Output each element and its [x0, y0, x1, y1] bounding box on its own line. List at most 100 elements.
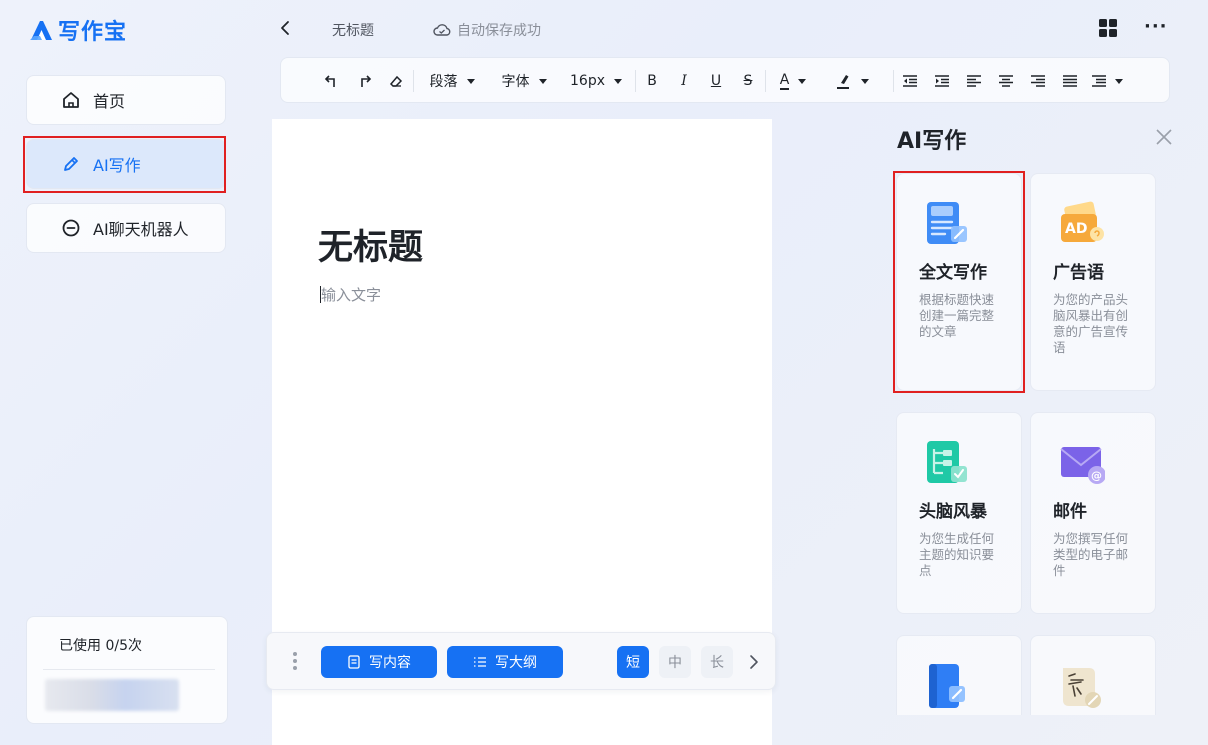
align-right-icon[interactable] — [1027, 58, 1049, 104]
length-long-button[interactable]: 长 — [701, 646, 733, 678]
clear-format-icon[interactable] — [385, 58, 407, 104]
editor-title[interactable]: 无标题 — [318, 219, 423, 270]
chevron-down-icon — [860, 78, 869, 84]
card-description: 为您的产品头脑风暴出有创意的广告宣传语 — [1053, 292, 1129, 355]
divider — [43, 669, 215, 670]
italic-button[interactable]: I — [673, 58, 695, 104]
sidebar-item-label: 首页 — [93, 92, 126, 111]
length-short-button[interactable]: 短 — [617, 646, 649, 678]
more-options-icon[interactable]: ··· — [1144, 16, 1168, 37]
book-icon — [929, 664, 965, 708]
cloud-icon — [433, 24, 451, 36]
font-color-label: A — [779, 72, 790, 90]
panel-title: AI写作 — [897, 129, 967, 154]
line-spacing-dropdown[interactable] — [1087, 58, 1127, 104]
poem-icon — [1063, 668, 1101, 708]
toolbar-divider — [765, 70, 766, 92]
card-full-article[interactable]: 全文写作 根据标题快速创建一篇完整的文章 — [896, 173, 1022, 391]
card-description: 为您生成任何主题的知识要点 — [919, 531, 995, 578]
highlight-color-dropdown[interactable] — [829, 58, 873, 104]
chevron-down-icon — [1114, 78, 1123, 84]
sidebar-item-home[interactable]: 首页 — [26, 75, 226, 125]
blurred-account-info — [45, 679, 179, 711]
chevron-down-icon — [798, 78, 807, 84]
card-title: 广告语 — [1053, 263, 1104, 283]
drag-handle-icon[interactable] — [293, 652, 297, 672]
svg-text:@: @ — [1091, 469, 1102, 482]
list-icon — [1091, 75, 1106, 87]
outline-icon — [474, 657, 486, 667]
close-icon[interactable] — [1154, 127, 1174, 147]
pencil-icon — [61, 154, 81, 174]
chevron-right-icon[interactable] — [747, 651, 761, 673]
write-content-label: 写内容 — [369, 655, 411, 671]
card-title: 头脑风暴 — [919, 502, 987, 522]
paragraph-label: 段落 — [429, 74, 458, 90]
sidebar-item-chatbot[interactable]: AI聊天机器人 — [26, 203, 226, 253]
strikethrough-button[interactable]: S — [737, 58, 759, 104]
card-book[interactable] — [896, 635, 1022, 715]
ad-icon: AD — [1061, 201, 1104, 242]
write-outline-label: 写大纲 — [495, 655, 537, 671]
apps-grid-icon[interactable] — [1098, 18, 1118, 38]
font-size-label: 16px — [570, 73, 605, 89]
toolbar-divider — [413, 70, 414, 92]
font-size-dropdown[interactable]: 16px — [569, 58, 623, 104]
indent-increase-icon[interactable] — [931, 58, 953, 104]
underline-button[interactable]: U — [705, 58, 727, 104]
write-outline-button[interactable]: 写大纲 — [447, 646, 563, 678]
chevron-down-icon — [538, 78, 547, 84]
align-left-icon[interactable] — [963, 58, 985, 104]
logo-icon — [30, 21, 52, 40]
editor-body[interactable]: 输入文字 — [320, 284, 381, 305]
align-justify-icon[interactable] — [1059, 58, 1081, 104]
document-icon — [927, 202, 967, 244]
save-status: 自动保存成功 — [433, 20, 541, 40]
card-title: 全文写作 — [919, 263, 987, 283]
indent-decrease-icon[interactable] — [899, 58, 921, 104]
font-dropdown[interactable]: 字体 — [497, 58, 551, 104]
back-icon[interactable] — [276, 16, 296, 40]
save-status-text: 自动保存成功 — [457, 23, 541, 39]
align-center-icon[interactable] — [995, 58, 1017, 104]
format-toolbar: 段落 字体 16px B I U S A — [280, 57, 1170, 103]
card-description: 根据标题快速创建一篇完整的文章 — [919, 292, 995, 339]
chat-icon — [61, 218, 81, 238]
toolbar-divider — [893, 70, 894, 92]
card-email[interactable]: @ 邮件 为您撰写任何类型的电子邮件 — [1030, 412, 1156, 614]
italic-label: I — [681, 73, 687, 89]
chevron-down-icon — [614, 78, 622, 84]
document-name[interactable]: 无标题 — [332, 20, 374, 40]
sidebar-item-label: AI聊天机器人 — [93, 220, 189, 239]
editor-placeholder: 输入文字 — [321, 286, 382, 304]
app-name: 写作宝 — [58, 20, 128, 45]
ai-write-bar: 写内容 写大纲 短 中 长 — [266, 632, 776, 690]
write-content-button[interactable]: 写内容 — [321, 646, 437, 678]
card-title: 邮件 — [1053, 502, 1087, 522]
card-ad-slogan[interactable]: AD 广告语 为您的产品头脑风暴出有创意的广告宣传语 — [1030, 173, 1156, 391]
paragraph-dropdown[interactable]: 段落 — [425, 58, 479, 104]
app-logo: 写作宝 — [28, 14, 127, 46]
strike-label: S — [743, 73, 753, 89]
font-label: 字体 — [501, 74, 530, 90]
underline-label: U — [710, 73, 722, 89]
usage-text: 已使用 0/5次 — [59, 638, 142, 654]
card-brainstorm[interactable]: 头脑风暴 为您生成任何主题的知识要点 — [896, 412, 1022, 614]
mindmap-icon — [927, 441, 967, 483]
usage-panel: 已使用 0/5次 — [26, 616, 228, 724]
highlighter-icon — [836, 75, 849, 89]
bold-button[interactable]: B — [641, 58, 663, 104]
sidebar-item-ai-writing[interactable]: AI写作 — [26, 139, 226, 189]
mail-icon: @ — [1060, 447, 1105, 484]
bold-label: B — [647, 73, 657, 89]
length-medium-button[interactable]: 中 — [659, 646, 691, 678]
toolbar-divider — [635, 70, 636, 92]
redo-icon[interactable] — [353, 58, 375, 104]
sidebar-item-label: AI写作 — [93, 156, 141, 175]
card-description: 为您撰写任何类型的电子邮件 — [1053, 531, 1129, 578]
card-poem[interactable] — [1030, 635, 1156, 715]
undo-icon[interactable] — [321, 58, 343, 104]
chevron-down-icon — [466, 78, 475, 84]
font-color-dropdown[interactable]: A — [771, 58, 815, 104]
svg-text:AD: AD — [1065, 221, 1087, 237]
